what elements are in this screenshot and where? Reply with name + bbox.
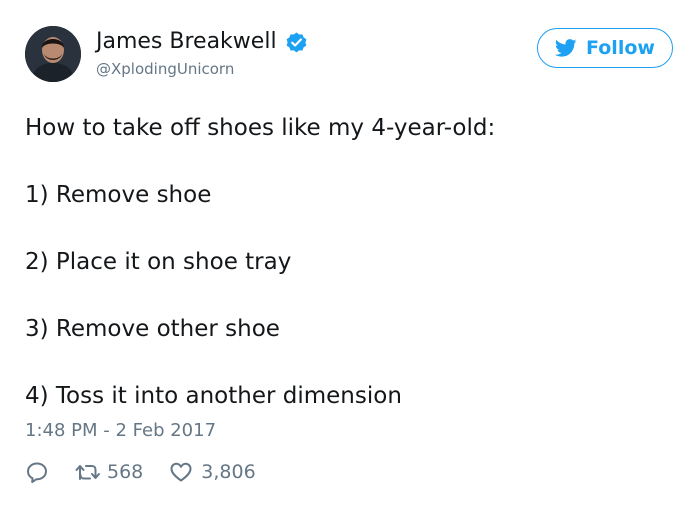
tweet-timestamp[interactable]: 1:48 PM - 2 Feb 2017 bbox=[25, 420, 216, 442]
verified-badge-icon bbox=[285, 31, 308, 54]
retweet-count: 568 bbox=[107, 461, 144, 483]
user-identity: James Breakwell @XplodingUnicorn bbox=[96, 30, 308, 78]
retweet-icon bbox=[75, 460, 100, 484]
tweet-card: James Breakwell @XplodingUnicorn Follow … bbox=[0, 0, 700, 510]
like-count: 3,806 bbox=[201, 461, 256, 483]
tweet-line-step-4: 4) Toss it into another dimension bbox=[25, 383, 402, 409]
tweet-line-spacer bbox=[25, 276, 645, 315]
avatar-image bbox=[25, 26, 81, 82]
retweet-button[interactable]: 568 bbox=[75, 460, 143, 484]
name-row: James Breakwell bbox=[96, 30, 308, 54]
tweet-line-step-2: 2) Place it on shoe tray bbox=[25, 249, 292, 275]
tweet-line-spacer bbox=[25, 209, 645, 248]
tweet-header: James Breakwell @XplodingUnicorn Follow bbox=[25, 24, 675, 86]
reply-button[interactable] bbox=[25, 460, 49, 484]
twitter-bird-icon bbox=[554, 39, 577, 57]
display-name[interactable]: James Breakwell bbox=[96, 30, 277, 54]
tweet-line-step-3: 3) Remove other shoe bbox=[25, 316, 280, 342]
tweet-text: How to take off shoes like my 4-year-old… bbox=[25, 114, 645, 410]
tweet-actions: 568 3,806 bbox=[25, 458, 282, 486]
follow-button[interactable]: Follow bbox=[537, 28, 673, 68]
tweet-line-step-1: 1) Remove shoe bbox=[25, 182, 212, 208]
user-handle[interactable]: @XplodingUnicorn bbox=[96, 60, 308, 78]
tweet-line-spacer bbox=[25, 142, 645, 181]
heart-icon bbox=[169, 460, 193, 484]
reply-icon bbox=[25, 460, 49, 484]
like-button[interactable]: 3,806 bbox=[169, 460, 256, 484]
avatar[interactable] bbox=[25, 26, 81, 82]
tweet-line-spacer bbox=[25, 343, 645, 382]
tweet-line-intro: How to take off shoes like my 4-year-old… bbox=[25, 115, 496, 141]
follow-button-label: Follow bbox=[586, 37, 655, 59]
